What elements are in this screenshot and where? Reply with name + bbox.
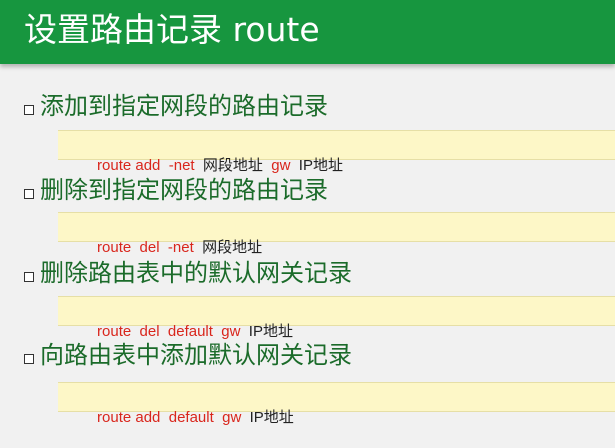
command-keyword: route add default gw [97, 409, 250, 426]
command-keyword: gw [271, 157, 299, 174]
command-text: route add default gw IP地址 [72, 388, 294, 448]
command-argument: IP地址 [249, 409, 294, 426]
square-bullet-icon [24, 189, 34, 199]
square-bullet-icon [24, 272, 34, 282]
command-keyword: route del default gw [97, 323, 249, 340]
command-argument: 网段地址 [202, 157, 272, 174]
command-argument: IP地址 [298, 157, 343, 174]
command-box: route add default gw IP地址 [58, 382, 615, 426]
command-argument: IP地址 [248, 323, 293, 340]
command-keyword: route del -net [97, 239, 203, 256]
item-heading: 添加到指定网段的路由记录 [40, 92, 328, 120]
slide-title: 设置路由记录 route [24, 10, 320, 49]
command-keyword: route add -net [97, 157, 203, 174]
command-box: route add -net 网段地址 gw IP地址 [58, 130, 615, 174]
command-box: route del default gw IP地址 [58, 296, 615, 340]
square-bullet-icon [24, 354, 34, 364]
command-argument: 网段地址 [202, 239, 263, 256]
item-heading: 删除到指定网段的路由记录 [40, 176, 328, 204]
item-heading: 删除路由表中的默认网关记录 [40, 259, 352, 287]
item-heading: 向路由表中添加默认网关记录 [40, 341, 352, 369]
slide-title-bar: 设置路由记录 route [0, 0, 615, 64]
command-box: route del -net 网段地址 [58, 212, 615, 256]
square-bullet-icon [24, 105, 34, 115]
